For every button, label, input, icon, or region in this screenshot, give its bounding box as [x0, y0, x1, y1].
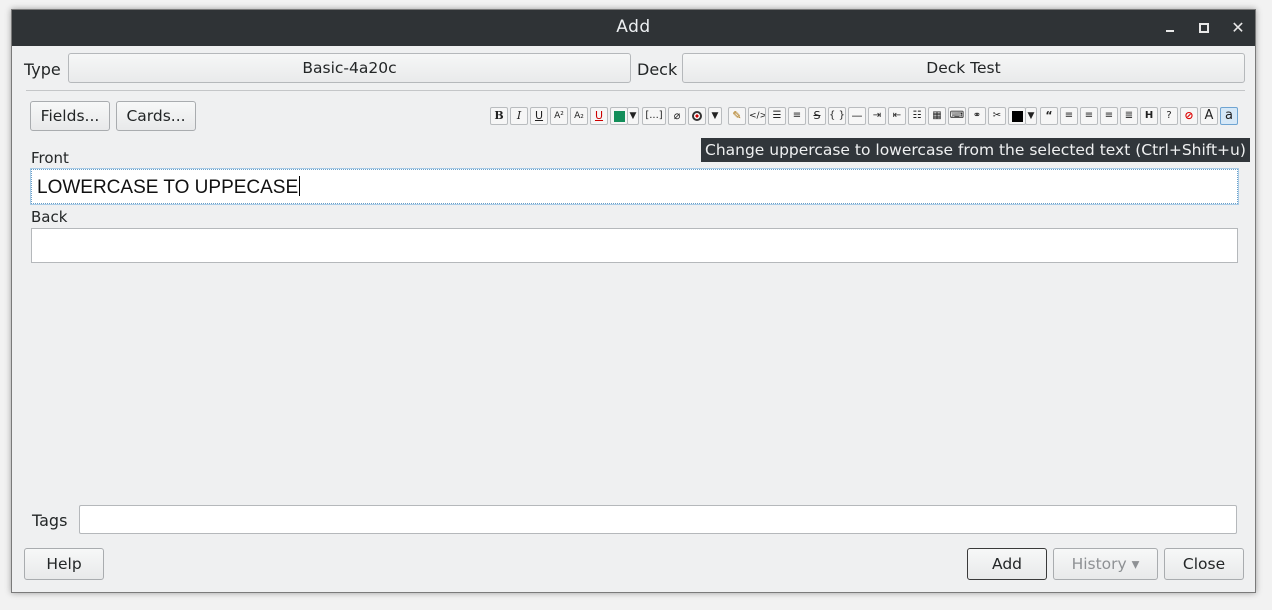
- lowercase-icon[interactable]: a: [1220, 107, 1238, 125]
- uppercase-icon[interactable]: A: [1200, 107, 1218, 125]
- back-field-label: Back: [31, 208, 68, 226]
- blockquote-icon[interactable]: “: [1040, 107, 1058, 125]
- minimize-icon[interactable]: [1160, 18, 1180, 38]
- indent-icon[interactable]: ⇥: [868, 107, 886, 125]
- horizontal-rule-icon[interactable]: —: [848, 107, 866, 125]
- record-audio-icon[interactable]: [688, 107, 706, 125]
- clear-formatting-icon[interactable]: U: [590, 107, 608, 125]
- superscript-icon[interactable]: A²: [550, 107, 568, 125]
- italic-icon[interactable]: I: [510, 107, 528, 125]
- record-dropdown-icon[interactable]: ▼: [708, 107, 722, 125]
- bold-icon[interactable]: B: [490, 107, 508, 125]
- subscript-icon[interactable]: A₂: [570, 107, 588, 125]
- tags-label: Tags: [32, 511, 68, 530]
- divider: [26, 90, 1245, 91]
- keyboard-icon[interactable]: ⌨: [948, 107, 966, 125]
- link-icon[interactable]: ⚭: [968, 107, 986, 125]
- front-field-label: Front: [31, 149, 69, 167]
- help-button[interactable]: Help: [24, 548, 104, 580]
- window-title: Add: [616, 17, 651, 37]
- html-editor-icon[interactable]: </>: [748, 107, 766, 125]
- deck-selector[interactable]: Deck Test: [682, 53, 1245, 83]
- cloze-icon[interactable]: [...]: [642, 107, 666, 125]
- type-label: Type: [24, 60, 61, 79]
- underline-icon[interactable]: U: [530, 107, 548, 125]
- maximize-icon[interactable]: [1194, 18, 1214, 38]
- front-field[interactable]: LOWERCASE TO UPPECASE: [31, 169, 1238, 204]
- numbered-list-icon[interactable]: ≡: [788, 107, 806, 125]
- add-button[interactable]: Add: [967, 548, 1047, 580]
- add-dialog: Add ✕ Type Basic-4a20c Deck Deck Test Fi…: [11, 9, 1256, 593]
- heading-icon[interactable]: H: [1140, 107, 1158, 125]
- fields-button[interactable]: Fields...: [30, 101, 110, 131]
- definition-list-icon[interactable]: ☷: [908, 107, 926, 125]
- highlight-dropdown-icon[interactable]: ▼: [1025, 107, 1037, 125]
- text-color-dropdown-icon[interactable]: ▼: [627, 107, 639, 125]
- strikethrough-icon[interactable]: S: [808, 107, 826, 125]
- tooltip: Change uppercase to lowercase from the s…: [701, 138, 1250, 162]
- align-center-icon[interactable]: ≡: [1080, 107, 1098, 125]
- title-bar: Add ✕: [12, 10, 1255, 46]
- unlink-icon[interactable]: ✂: [988, 107, 1006, 125]
- tags-input[interactable]: [79, 505, 1237, 534]
- help-circle-icon[interactable]: ?: [1160, 107, 1178, 125]
- cards-button[interactable]: Cards...: [116, 101, 196, 131]
- remove-format-icon[interactable]: ⊘: [1180, 107, 1198, 125]
- attach-icon[interactable]: ⌀: [668, 107, 686, 125]
- front-field-text: LOWERCASE TO UPPECASE: [37, 176, 301, 198]
- back-field[interactable]: [31, 228, 1238, 263]
- outdent-icon[interactable]: ⇤: [888, 107, 906, 125]
- table-icon[interactable]: ▦: [928, 107, 946, 125]
- close-button[interactable]: Close: [1164, 548, 1244, 580]
- code-block-icon[interactable]: { }: [828, 107, 846, 125]
- close-window-icon[interactable]: ✕: [1228, 18, 1248, 38]
- bullet-list-icon[interactable]: ☰: [768, 107, 786, 125]
- history-button[interactable]: History ▾: [1053, 548, 1158, 580]
- note-type-selector[interactable]: Basic-4a20c: [68, 53, 631, 83]
- highlight-color-icon[interactable]: [1008, 107, 1026, 125]
- text-color-icon[interactable]: [610, 107, 628, 125]
- align-left-icon[interactable]: ≡: [1060, 107, 1078, 125]
- magic-icon[interactable]: ✎: [728, 107, 746, 125]
- justify-icon[interactable]: ≣: [1120, 107, 1138, 125]
- align-right-icon[interactable]: ≡: [1100, 107, 1118, 125]
- deck-label: Deck: [637, 60, 678, 79]
